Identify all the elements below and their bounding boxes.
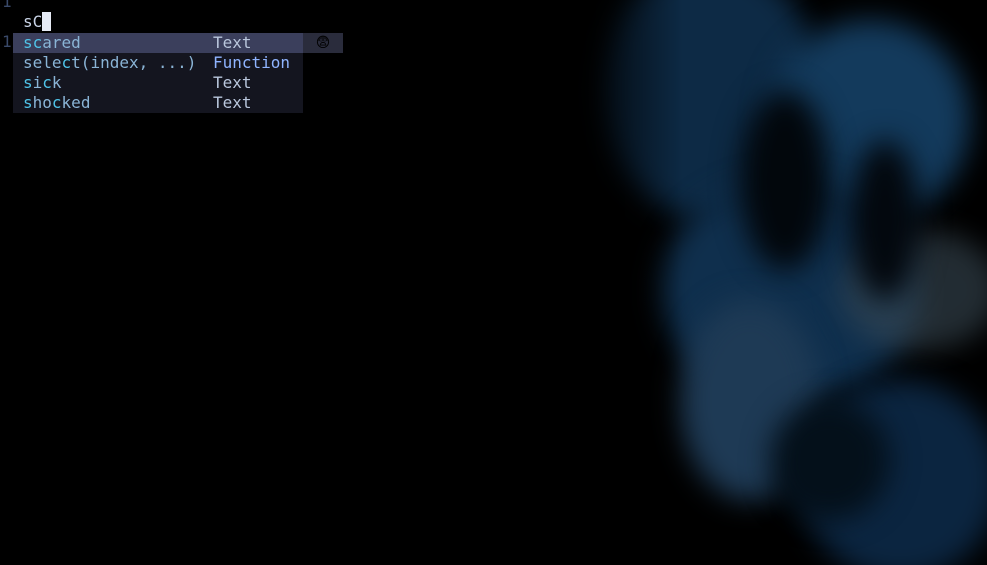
completion-item-select[interactable]: select(index, ...) Function: [13, 53, 303, 73]
editor-window: 1 1 sC scared Text select(index, ...) Fu…: [0, 0, 987, 565]
completion-word: select(index, ...): [23, 53, 197, 72]
background-artwork: [540, 0, 987, 565]
completion-popup: scared Text select(index, ...) Function …: [13, 33, 303, 113]
completion-preview: 😨: [303, 33, 343, 53]
completion-item-sick[interactable]: sick Text: [13, 73, 303, 93]
typed-char: C: [32, 12, 43, 31]
text-cursor: [42, 12, 52, 31]
completion-item-scared[interactable]: scared Text: [13, 33, 303, 53]
fearful-face-icon: 😨: [315, 35, 331, 51]
completion-kind: Text: [213, 93, 252, 112]
background-fade: [540, 0, 987, 565]
line-number: 1: [2, 32, 12, 51]
editor-current-line[interactable]: sC: [23, 12, 52, 32]
line-number: 1: [2, 0, 12, 11]
completion-item-shocked[interactable]: shocked Text: [13, 93, 303, 113]
completion-word: sick: [23, 73, 62, 92]
completion-word: shocked: [23, 93, 91, 112]
completion-kind: Function: [213, 53, 291, 72]
typed-text: s: [23, 12, 33, 31]
completion-word: scared: [23, 33, 81, 52]
completion-kind: Text: [213, 33, 252, 52]
completion-kind: Text: [213, 73, 252, 92]
